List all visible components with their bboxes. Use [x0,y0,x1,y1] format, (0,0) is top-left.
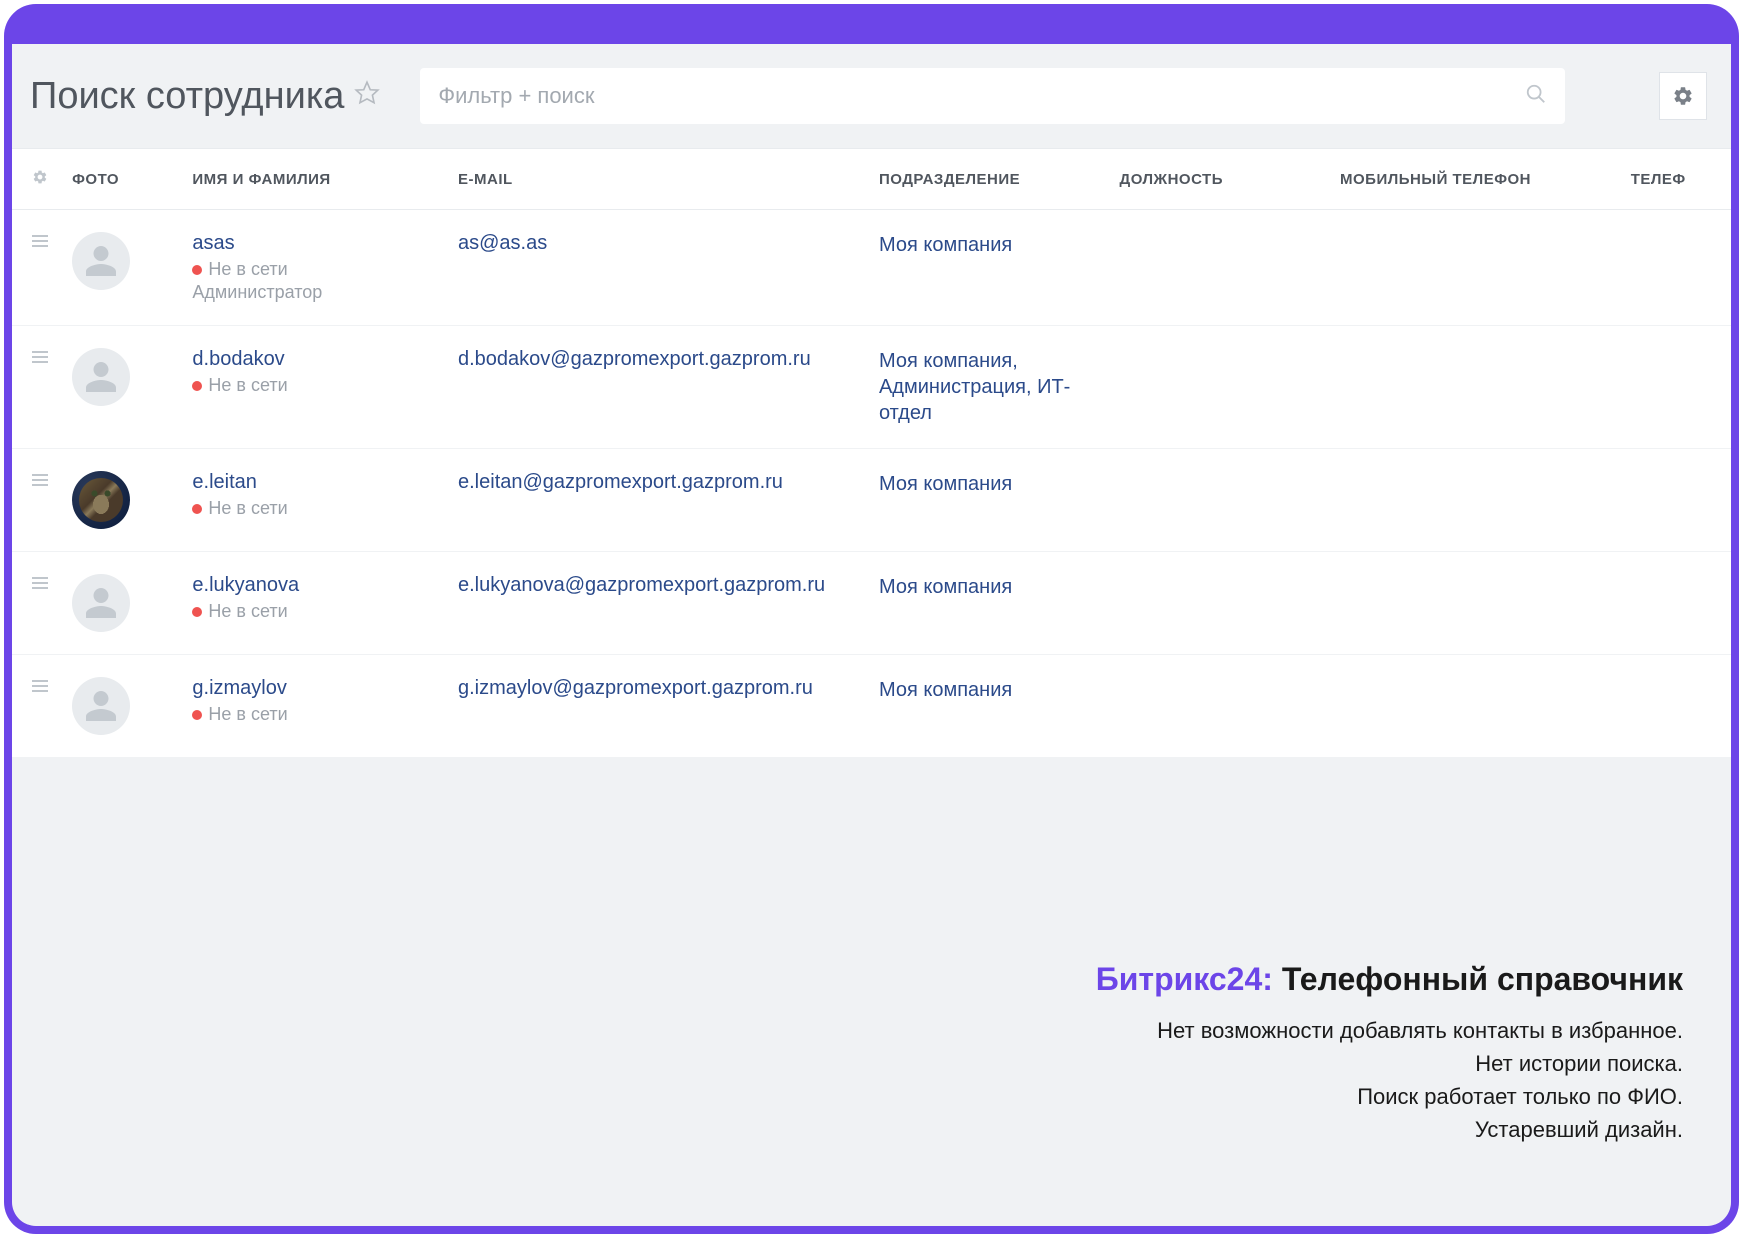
page-title: Поиск сотрудника [30,75,380,118]
status-dot-icon [192,381,202,391]
department-link[interactable]: Моя компания [879,234,1012,256]
status-text: Не в сети [208,375,287,396]
drag-handle-icon[interactable] [12,655,72,758]
table-settings-icon[interactable] [12,149,72,210]
table-row: g.izmaylov Не в сети g.izmaylov@gazpromexp… [12,655,1731,758]
annotation-line: Нет истории поиска. [1096,1047,1683,1080]
annotation-brand: Битрикс24: [1096,961,1273,997]
table-row: d.bodakov Не в сети d.bodakov@gazpromexpor… [12,326,1731,449]
annotation-line: Устаревший дизайн. [1096,1113,1683,1146]
avatar[interactable] [72,232,130,290]
drag-handle-icon[interactable] [12,210,72,326]
status-text: Не в сети [208,498,287,519]
employee-name-link[interactable]: d.bodakov [192,348,446,371]
outer-frame: Поиск сотрудника [4,4,1739,1234]
status-dot-icon [192,265,202,275]
employee-table: ФОТО ИМЯ И ФАМИЛИЯ E-MAIL ПОДРАЗДЕЛЕНИЕ … [12,148,1731,758]
department-link[interactable]: Моя компания [879,679,1012,701]
col-position[interactable]: ДОЛЖНОСТЬ [1120,149,1341,210]
avatar[interactable] [72,677,130,735]
employee-name-link[interactable]: g.izmaylov [192,677,446,700]
search-input[interactable] [438,83,1525,109]
status-text: Не в сети [208,259,287,280]
col-phone[interactable]: ТЕЛЕФ [1631,149,1731,210]
status-row: Не в сети [192,498,446,519]
email-link[interactable]: d.bodakov@gazpromexport.gazprom.ru [458,348,811,370]
col-mobile[interactable]: МОБИЛЬНЫЙ ТЕЛЕФОН [1340,149,1631,210]
favorite-star-icon[interactable] [354,80,380,113]
annotation-overlay: Битрикс24: Телефонный справочник Нет воз… [1096,961,1683,1146]
drag-handle-icon[interactable] [12,326,72,449]
drag-handle-icon[interactable] [12,552,72,655]
employee-name-link[interactable]: e.lukyanova [192,574,446,597]
col-name[interactable]: ИМЯ И ФАМИЛИЯ [192,149,458,210]
employee-name-link[interactable]: e.leitan [192,471,446,494]
status-row: Не в сети [192,601,446,622]
annotation-line: Нет возможности добавлять контакты в изб… [1096,1014,1683,1047]
page-title-text: Поиск сотрудника [30,75,344,118]
employee-name-link[interactable]: asas [192,232,446,255]
annotation-line: Поиск работает только по ФИО. [1096,1080,1683,1113]
status-row: Не в сети [192,259,446,280]
status-row: Не в сети [192,375,446,396]
annotation-title: Битрикс24: Телефонный справочник [1096,961,1683,998]
annotation-heading: Телефонный справочник [1282,961,1683,997]
table-row: e.lukyanova Не в сети e.lukyanova@gazprome… [12,552,1731,655]
table-row: asas Не в сетиАдминистратор as@as.as Моя ко… [12,210,1731,326]
email-link[interactable]: e.leitan@gazpromexport.gazprom.ru [458,471,783,493]
avatar[interactable] [72,471,130,529]
settings-button[interactable] [1659,72,1707,120]
col-department[interactable]: ПОДРАЗДЕЛЕНИЕ [879,149,1120,210]
email-link[interactable]: as@as.as [458,232,547,254]
table-header-row: ФОТО ИМЯ И ФАМИЛИЯ E-MAIL ПОДРАЗДЕЛЕНИЕ … [12,149,1731,210]
avatar[interactable] [72,348,130,406]
department-link[interactable]: Моя компания [879,576,1012,598]
drag-handle-icon[interactable] [12,449,72,552]
avatar[interactable] [72,574,130,632]
department-link[interactable]: Моя компания [879,473,1012,495]
status-row: Не в сети [192,704,446,725]
app-window: Поиск сотрудника [12,44,1731,1226]
department-link[interactable]: Моя компания, Администрация, ИТ-отдел [879,350,1070,424]
email-link[interactable]: e.lukyanova@gazpromexport.gazprom.ru [458,574,825,596]
search-icon[interactable] [1525,83,1547,110]
header-bar: Поиск сотрудника [12,44,1731,148]
status-dot-icon [192,504,202,514]
search-box[interactable] [420,68,1565,124]
role-text: Администратор [192,282,446,303]
status-text: Не в сети [208,601,287,622]
status-dot-icon [192,607,202,617]
table-row: e.leitan Не в сети e.leitan@gazpromexport.… [12,449,1731,552]
col-email[interactable]: E-MAIL [458,149,879,210]
col-photo[interactable]: ФОТО [72,149,192,210]
status-text: Не в сети [208,704,287,725]
email-link[interactable]: g.izmaylov@gazpromexport.gazprom.ru [458,677,813,699]
status-dot-icon [192,710,202,720]
